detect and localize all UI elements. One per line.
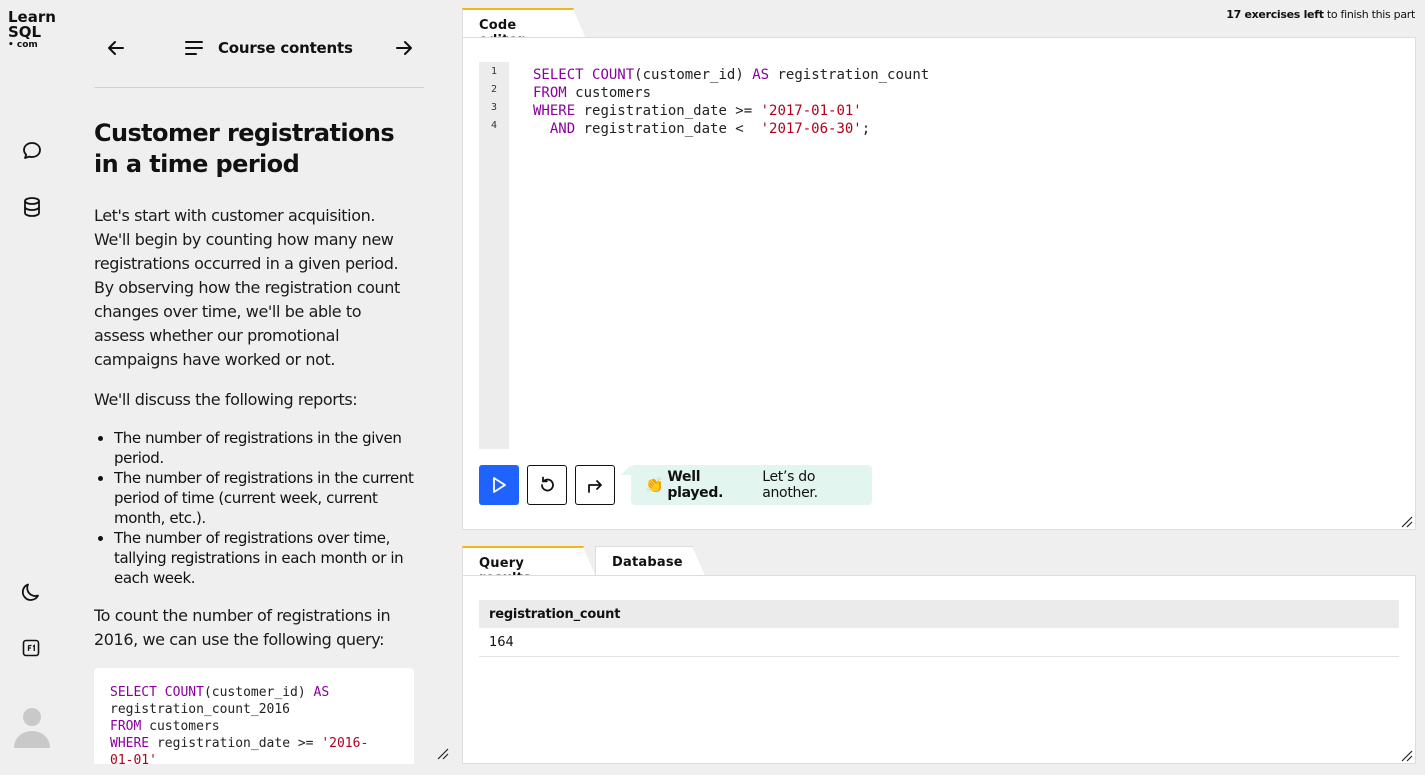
code-token: 01-01' [110, 753, 157, 764]
code-token: COUNT [592, 67, 635, 83]
previous-arrow-icon[interactable] [104, 36, 128, 60]
next-exercise-button[interactable] [575, 465, 615, 505]
line-number-gutter: 1 2 3 4 [479, 62, 509, 449]
code-token: AND [549, 121, 576, 137]
tab-query-results[interactable]: Query results [462, 546, 596, 586]
logo[interactable]: Learn SQL • com [8, 10, 56, 51]
code-token: (customer_id) [634, 67, 753, 83]
exercises-left-text: to finish this part [1323, 8, 1415, 21]
code-input[interactable]: SELECT COUNT(customer_id) AS registratio… [533, 66, 929, 138]
code-token: customers [566, 85, 652, 101]
code-token: '2016- [321, 736, 369, 751]
success-toast: 👏 Well played. Let’s do another. [621, 465, 872, 505]
code-token: WHERE [110, 736, 150, 751]
exercises-left-status: 17 exercises left to finish this part [1226, 8, 1415, 21]
query-intro: To count the number of registrations in … [94, 606, 391, 649]
line-number: 3 [490, 102, 498, 113]
code-token: registration_date >= [575, 103, 761, 119]
lesson-nav: Course contents [94, 28, 424, 68]
code-token: FROM [110, 719, 142, 734]
exercises-left-count: 17 exercises left [1226, 8, 1324, 21]
resize-handle-icon[interactable] [1401, 749, 1413, 762]
reset-icon [541, 476, 554, 492]
tab-code-editor[interactable]: Code editor [462, 8, 586, 48]
reset-button[interactable] [527, 465, 567, 505]
code-token: registration_count_2016 [110, 702, 291, 717]
clapping-hands-icon: 👏 [645, 476, 664, 494]
database-icon[interactable] [20, 195, 44, 219]
left-rail: Learn SQL • com [0, 0, 64, 775]
code-token: SELECT [110, 685, 157, 700]
list-item: The number of registrations in the given… [114, 428, 414, 468]
code-token: SELECT [533, 67, 584, 83]
divider [94, 87, 424, 88]
code-token: AS [752, 67, 770, 83]
lesson-intro: Let's start with customer acquisition. W… [94, 206, 400, 369]
reports-list: The number of registrations in the given… [114, 428, 414, 588]
code-token: AS [313, 685, 330, 700]
line-number: 1 [490, 66, 498, 77]
course-contents-label: Course contents [218, 39, 353, 57]
forward-icon [588, 480, 602, 493]
resize-handle-icon[interactable] [437, 747, 449, 760]
code-token: ; [861, 121, 871, 137]
toast-text: Let’s do another. [762, 469, 818, 501]
avatar[interactable] [12, 704, 52, 748]
logo-line-2: SQL [8, 23, 42, 41]
run-button[interactable] [479, 465, 519, 505]
f1-help-key-icon[interactable] [19, 636, 43, 660]
table-header: registration_count [479, 600, 1399, 628]
line-number: 2 [490, 84, 498, 95]
play-icon [493, 477, 506, 493]
code-token: FROM [533, 85, 567, 101]
code-token: '2017-06-30' [760, 121, 862, 137]
course-contents-button[interactable]: Course contents [184, 36, 353, 60]
toast-bold: Well played. [667, 469, 724, 501]
code-token: registration_date >= [149, 736, 322, 751]
logo-line-3: • com [8, 40, 38, 50]
instructions-panel: Course contents Customer registrations i… [94, 0, 424, 764]
menu-lines-icon [185, 41, 203, 55]
dark-mode-moon-icon[interactable] [19, 580, 43, 604]
code-token: registration_date < [575, 121, 761, 137]
list-item: The number of registrations over time, t… [114, 528, 414, 588]
code-token: customers [141, 719, 220, 734]
chat-icon[interactable] [20, 139, 44, 163]
tab-database[interactable]: Database [595, 546, 705, 576]
code-token: registration_count [769, 67, 930, 83]
reports-intro: We'll discuss the following reports: [94, 390, 358, 409]
list-item: The number of registrations in the curre… [114, 468, 414, 528]
code-token: COUNT [164, 685, 204, 700]
line-number: 4 [490, 120, 498, 131]
code-token: '2017-01-01' [760, 103, 862, 119]
code-editor-panel: 1 2 3 4 SELECT COUNT(customer_id) AS reg… [462, 37, 1416, 530]
table-row: 164 [479, 628, 1399, 657]
example-code-block: SELECT COUNT(customer_id) AS registratio… [94, 668, 414, 764]
resize-handle-icon[interactable] [1401, 515, 1413, 528]
code-token: WHERE [533, 103, 576, 119]
query-results-panel: registration_count 164 [462, 575, 1416, 764]
lesson-title: Customer registrations in a time period [94, 119, 395, 178]
code-token: (customer_id) [203, 685, 314, 700]
next-arrow-icon[interactable] [392, 36, 416, 60]
